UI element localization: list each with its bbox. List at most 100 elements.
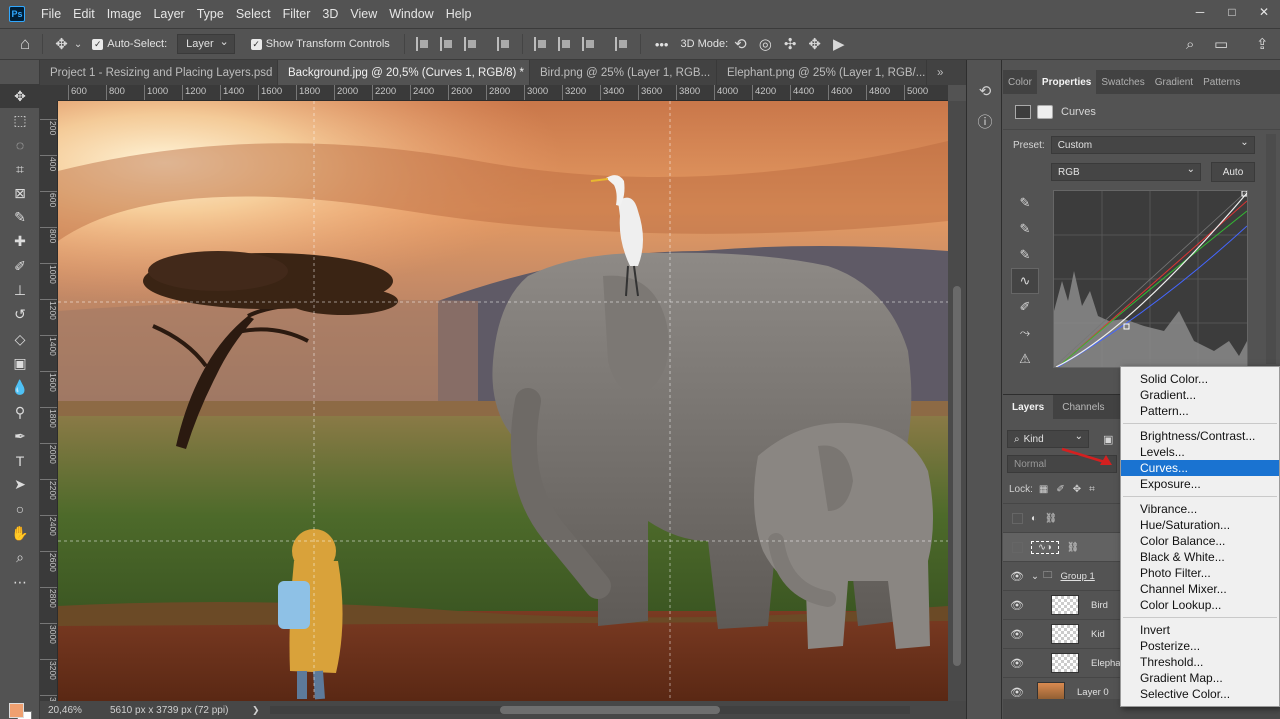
menu-item-channel-mixer[interactable]: Channel Mixer... bbox=[1121, 581, 1279, 597]
channel-dropdown[interactable]: RGB bbox=[1051, 163, 1201, 181]
align-left-icon[interactable] bbox=[415, 37, 430, 51]
lock-transparent-icon[interactable]: ▦ bbox=[1039, 484, 1048, 495]
menu-item-color-lookup[interactable]: Color Lookup... bbox=[1121, 597, 1279, 613]
lock-position-icon[interactable]: ✥ bbox=[1073, 484, 1081, 495]
close-icon[interactable]: ✕ bbox=[1248, 0, 1280, 24]
dodge-tool-icon[interactable]: ⚲ bbox=[0, 400, 40, 424]
menu-image[interactable]: Image bbox=[101, 0, 148, 28]
tab-bird[interactable]: Bird.png @ 25% (Layer 1, RGB... ✕ bbox=[530, 60, 717, 85]
gradient-tool-icon[interactable]: ▣ bbox=[0, 351, 40, 375]
transform-controls-checkbox[interactable]: ✓ bbox=[250, 38, 262, 50]
3d-pan-icon[interactable]: ✣ bbox=[778, 35, 803, 53]
chevron-down-icon[interactable]: ⌄ bbox=[74, 39, 86, 50]
hand-tool-icon[interactable]: ✋ bbox=[0, 521, 40, 545]
menu-item-brightness-contrast[interactable]: Brightness/Contrast... bbox=[1121, 428, 1279, 444]
scroll-thumb[interactable] bbox=[500, 706, 720, 714]
vertical-scrollbar[interactable] bbox=[948, 101, 966, 701]
zoom-level[interactable]: 20,46% bbox=[40, 705, 90, 716]
align-center-icon[interactable] bbox=[439, 37, 454, 51]
tab-channels[interactable]: Channels bbox=[1053, 395, 1113, 419]
auto-select-checkbox[interactable]: ✓ bbox=[92, 38, 104, 50]
menu-type[interactable]: Type bbox=[191, 0, 230, 28]
menu-view[interactable]: View bbox=[344, 0, 383, 28]
move-tool-icon[interactable]: ✥ bbox=[0, 84, 40, 109]
foreground-color-swatch[interactable] bbox=[9, 703, 24, 718]
distribute-vertical-icon[interactable] bbox=[614, 37, 629, 51]
menu-item-pattern[interactable]: Pattern... bbox=[1121, 403, 1279, 419]
move-tool-icon[interactable]: ✥ bbox=[49, 35, 74, 53]
blur-tool-icon[interactable]: 💧 bbox=[0, 376, 40, 400]
distribute-icon[interactable] bbox=[496, 37, 511, 51]
align-top-icon[interactable] bbox=[533, 37, 548, 51]
more-options-icon[interactable]: ••• bbox=[647, 37, 677, 52]
clipping-warning-icon[interactable]: ⚠ bbox=[1011, 346, 1039, 372]
align-right-icon[interactable] bbox=[463, 37, 478, 51]
share-icon[interactable]: ⇪ bbox=[1250, 35, 1275, 53]
tab-overflow[interactable]: » bbox=[927, 60, 966, 85]
crop-tool-icon[interactable]: ⌗ bbox=[0, 157, 40, 181]
chevron-down-icon[interactable]: ⌄ bbox=[1031, 571, 1039, 582]
3d-orbit-icon[interactable]: ⟲ bbox=[728, 35, 753, 53]
layer-mask-icon[interactable] bbox=[1037, 104, 1053, 119]
menu-item-posterize[interactable]: Posterize... bbox=[1121, 638, 1279, 654]
tab-properties[interactable]: Properties bbox=[1036, 70, 1097, 94]
pencil-icon[interactable]: ✐ bbox=[1011, 294, 1039, 320]
eye-icon[interactable]: 👁 bbox=[1003, 686, 1031, 699]
align-bottom-icon[interactable] bbox=[581, 37, 596, 51]
3d-slide-icon[interactable]: ✥ bbox=[802, 35, 827, 53]
brush-tool-icon[interactable]: ✐ bbox=[0, 254, 40, 278]
3d-roll-icon[interactable]: ◎ bbox=[753, 35, 778, 53]
eyedropper-white-icon[interactable]: ✎ bbox=[1011, 242, 1039, 268]
tab-patterns[interactable]: Patterns bbox=[1198, 70, 1245, 94]
3d-scale-icon[interactable]: ▶ bbox=[827, 35, 851, 53]
auto-select-dropdown[interactable]: Layer bbox=[177, 34, 235, 54]
history-panel-icon[interactable]: ⟲ bbox=[967, 76, 1003, 106]
scroll-thumb[interactable] bbox=[953, 286, 961, 666]
auto-button[interactable]: Auto bbox=[1211, 162, 1255, 182]
shape-tool-icon[interactable]: ○ bbox=[0, 497, 40, 521]
home-icon[interactable]: ⌂ bbox=[14, 34, 36, 54]
path-selection-icon[interactable]: ➤ bbox=[0, 473, 40, 497]
search-icon[interactable]: ⌕ bbox=[1180, 36, 1200, 53]
healing-brush-icon[interactable]: ✚ bbox=[0, 230, 40, 254]
info-panel-icon[interactable]: ⓘ bbox=[967, 106, 1003, 136]
curve-point-icon[interactable]: ∿ bbox=[1011, 268, 1039, 294]
color-swatches[interactable] bbox=[9, 703, 33, 719]
menu-window[interactable]: Window bbox=[383, 0, 439, 28]
menu-item-gradient[interactable]: Gradient... bbox=[1121, 387, 1279, 403]
horizontal-ruler[interactable]: 600 800 1000 1200 1400 1600 1800 2000 2200 2400 26… bbox=[58, 85, 948, 101]
lock-artboard-icon[interactable]: ⌗ bbox=[1089, 484, 1095, 495]
workspace-icon[interactable]: ▭ bbox=[1208, 35, 1234, 53]
restore-icon[interactable]: □ bbox=[1216, 0, 1248, 24]
menu-filter[interactable]: Filter bbox=[277, 0, 317, 28]
clone-stamp-icon[interactable]: ⊥ bbox=[0, 278, 40, 302]
menu-item-photo-filter[interactable]: Photo Filter... bbox=[1121, 565, 1279, 581]
image-filter-icon[interactable]: ▣ bbox=[1103, 433, 1113, 446]
menu-help[interactable]: Help bbox=[440, 0, 478, 28]
menu-item-curves[interactable]: Curves... bbox=[1121, 460, 1279, 476]
menu-item-selective-color[interactable]: Selective Color... bbox=[1121, 686, 1279, 702]
eyedropper-tool-icon[interactable]: ✎ bbox=[0, 205, 40, 229]
menu-layer[interactable]: Layer bbox=[147, 0, 190, 28]
tab-swatches[interactable]: Swatches bbox=[1096, 70, 1149, 94]
eye-icon[interactable]: 👁 bbox=[1003, 599, 1031, 612]
tab-gradient[interactable]: Gradient bbox=[1150, 70, 1198, 94]
tab-elephant[interactable]: Elephant.png @ 25% (Layer 1, RGB/... ✕ bbox=[717, 60, 927, 85]
vertical-ruler[interactable]: 200 400 600 800 1000 1200 1400 1600 1800 2000 2200… bbox=[40, 101, 58, 701]
tab-project-1[interactable]: Project 1 - Resizing and Placing Layers.… bbox=[40, 60, 278, 85]
status-arrow-icon[interactable]: ❯ bbox=[252, 705, 260, 716]
properties-scrollbar[interactable] bbox=[1266, 134, 1276, 364]
history-brush-icon[interactable]: ↺ bbox=[0, 303, 40, 327]
visibility-toggle[interactable] bbox=[1003, 512, 1031, 524]
curves-graph[interactable] bbox=[1053, 190, 1248, 368]
lock-paint-icon[interactable]: ✐ bbox=[1056, 484, 1064, 495]
eraser-tool-icon[interactable]: ◇ bbox=[0, 327, 40, 351]
smooth-icon[interactable]: ⤳ bbox=[1011, 320, 1039, 346]
menu-item-gradient-map[interactable]: Gradient Map... bbox=[1121, 670, 1279, 686]
eye-icon[interactable]: 👁 bbox=[1003, 570, 1031, 583]
visibility-toggle[interactable] bbox=[1003, 541, 1031, 553]
menu-item-threshold[interactable]: Threshold... bbox=[1121, 654, 1279, 670]
frame-tool-icon[interactable]: ⊠ bbox=[0, 181, 40, 205]
horizontal-scrollbar[interactable] bbox=[270, 706, 910, 714]
menu-item-levels[interactable]: Levels... bbox=[1121, 444, 1279, 460]
